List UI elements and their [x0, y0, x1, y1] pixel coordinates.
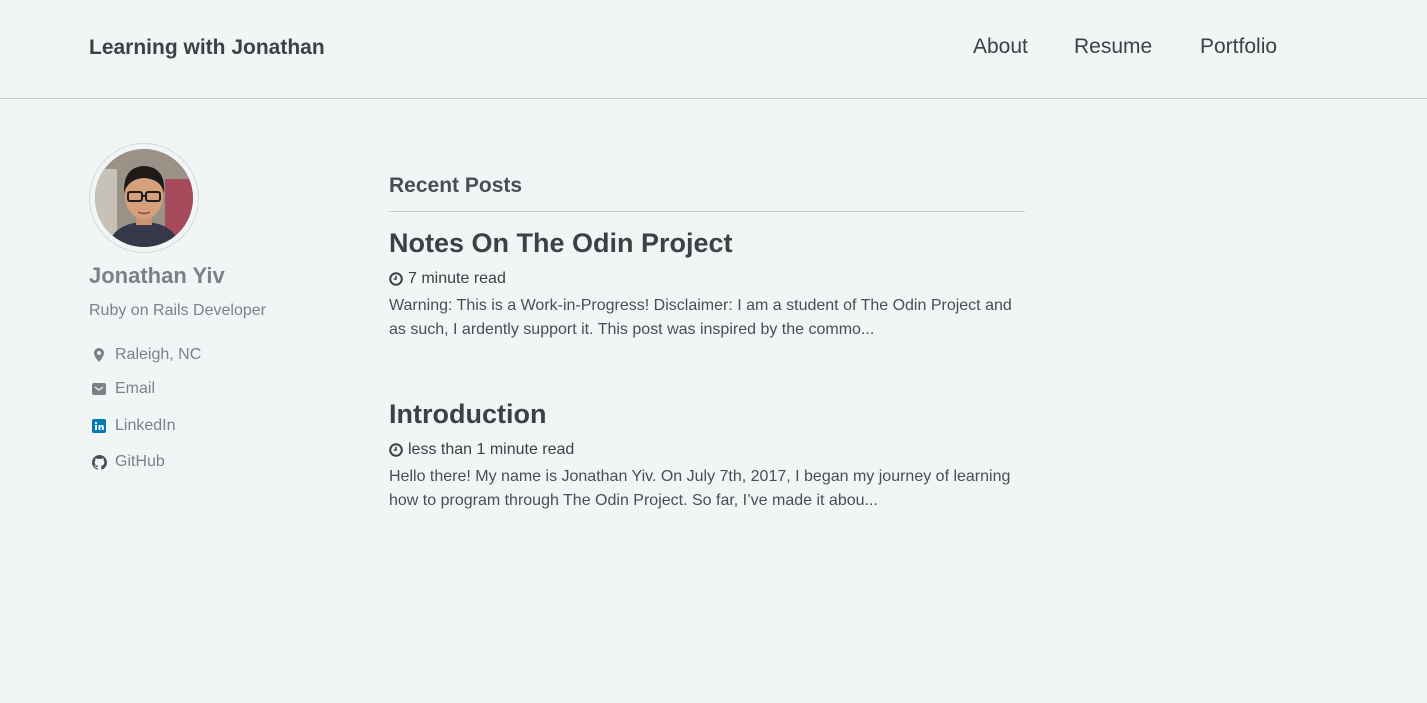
- avatar-photo: [95, 149, 193, 247]
- read-time: 7 minute read: [408, 270, 506, 287]
- nav-portfolio-link[interactable]: Portfolio: [1200, 35, 1277, 59]
- masthead: Learning with Jonathan About Resume Port…: [0, 0, 1427, 99]
- post-excerpt: Warning: This is a Work-in-Progress! Dis…: [389, 297, 1012, 338]
- post-title-link[interactable]: Introduction: [389, 397, 1025, 431]
- post-meta: less than 1 minute read: [389, 439, 1025, 461]
- top-nav: About Resume Portfolio: [0, 35, 1427, 65]
- email-link[interactable]: Email: [89, 377, 155, 401]
- clock-icon: [389, 443, 403, 457]
- post-excerpt: Hello there! My name is Jonathan Yiv. On…: [389, 468, 1011, 509]
- nav-resume-link[interactable]: Resume: [1074, 35, 1152, 59]
- recent-posts-heading: Recent Posts: [389, 174, 523, 197]
- read-time: less than 1 minute read: [408, 441, 575, 458]
- nav-about-link[interactable]: About: [973, 35, 1028, 59]
- post-item: Notes On The Odin Project 7 minute read …: [389, 226, 1025, 342]
- github-link[interactable]: GitHub: [89, 450, 165, 474]
- github-icon: [89, 452, 109, 472]
- linkedin-icon: [89, 416, 109, 436]
- linkedin-link[interactable]: LinkedIn: [89, 414, 176, 438]
- github-label: GitHub: [115, 453, 165, 470]
- author-name: Jonathan Yiv: [89, 263, 225, 288]
- heading-divider: [389, 211, 1025, 212]
- post-title-link[interactable]: Notes On The Odin Project: [389, 226, 1025, 260]
- email-label: Email: [115, 380, 156, 397]
- post-item: Introduction less than 1 minute read Hel…: [389, 397, 1025, 513]
- envelope-icon: [89, 379, 109, 399]
- location-item: Raleigh, NC: [89, 343, 201, 367]
- avatar: [89, 143, 199, 253]
- map-marker-icon: [89, 345, 109, 365]
- post-meta: 7 minute read: [389, 268, 1025, 290]
- location-label: Raleigh, NC: [115, 346, 202, 363]
- author-bio: Ruby on Rails Developer: [89, 302, 266, 319]
- linkedin-label: LinkedIn: [115, 417, 176, 434]
- clock-icon: [389, 272, 403, 286]
